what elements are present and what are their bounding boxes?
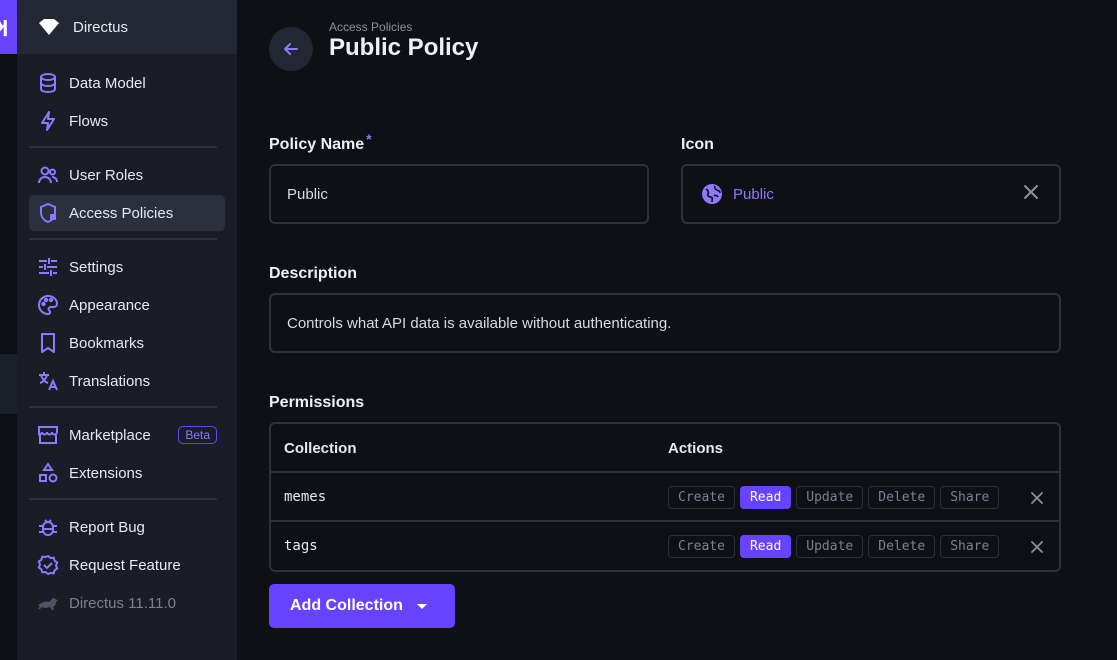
sidebar-item-label: Access Policies [69, 204, 174, 222]
sidebar-item-label: Bookmarks [69, 334, 145, 352]
sidebar-item-data-model[interactable]: Data Model [29, 65, 225, 101]
permission-read-toggle[interactable]: Read [739, 535, 792, 558]
main-content: Access Policies Public Policy Policy Nam… [237, 0, 1117, 660]
users-icon [38, 166, 58, 184]
navigation-sidebar: Directus Data Model Flows User Roles Acc… [17, 0, 237, 660]
table-row: tags Create Read Update Delete Share [271, 522, 1059, 571]
close-icon[interactable] [1021, 182, 1041, 202]
permission-update-toggle[interactable]: Update [796, 535, 864, 558]
policy-name-value: Public [287, 185, 328, 203]
page-title: Public Policy [329, 34, 479, 61]
table-header: Collection Actions [271, 424, 1059, 473]
module-bar: ʞ [0, 0, 17, 660]
description-input[interactable]: Controls what API data is available with… [269, 293, 1061, 353]
shield-lock-icon [40, 202, 56, 224]
permission-create-toggle[interactable]: Create [668, 486, 735, 509]
permission-share-toggle[interactable]: Share [940, 486, 1000, 509]
bookmark-icon [41, 333, 55, 353]
sidebar-item-label: Report Bug [69, 518, 145, 536]
policy-name-label-text: Policy Name [269, 136, 365, 153]
sidebar-item-label: Data Model [69, 74, 146, 92]
chevron-down-icon [416, 603, 427, 609]
sidebar-item-label: Extensions [69, 464, 143, 482]
divider [29, 146, 217, 148]
sidebar-item-label: Appearance [69, 296, 150, 314]
sidebar-item-request-feature[interactable]: Request Feature [29, 547, 225, 583]
sidebar-item-label: Directus 11.11.0 [69, 594, 176, 612]
shapes-icon [39, 462, 58, 483]
sidebar-item-extensions[interactable]: Extensions [29, 455, 225, 491]
permission-actions: Create Read Update Delete Share [668, 535, 1000, 558]
sidebar-item-label: Marketplace [69, 426, 151, 444]
table-row: memes Create Read Update Delete Share [271, 473, 1059, 522]
beta-badge: Beta [178, 426, 217, 444]
policy-name-label: Policy Name * [269, 131, 372, 154]
permission-delete-toggle[interactable]: Delete [868, 535, 936, 558]
divider [29, 238, 217, 240]
permission-read-toggle[interactable]: Read [739, 486, 792, 509]
project-name: Directus [73, 18, 129, 36]
icon-label: Icon [681, 136, 714, 153]
permission-actions: Create Read Update Delete Share [668, 486, 1000, 509]
sidebar-item-bookmarks[interactable]: Bookmarks [29, 325, 225, 361]
translate-icon [39, 372, 58, 391]
palette-icon [38, 294, 59, 316]
sidebar-item-flows[interactable]: Flows [29, 103, 225, 139]
database-icon [40, 73, 56, 94]
sidebar-item-report-bug[interactable]: Report Bug [29, 509, 225, 545]
sidebar-item-marketplace[interactable]: Marketplace Beta [29, 417, 225, 453]
storefront-icon [38, 426, 58, 444]
sidebar-item-label: Settings [69, 258, 124, 276]
collection-name: memes [284, 489, 327, 505]
remove-row-icon[interactable] [1029, 539, 1045, 555]
permission-share-toggle[interactable]: Share [940, 535, 1000, 558]
divider [29, 498, 217, 500]
permissions-label: Permissions [269, 394, 365, 411]
column-header-actions: Actions [668, 440, 724, 457]
sidebar-item-version[interactable]: Directus 11.11.0 [29, 585, 225, 621]
column-header-collection: Collection [284, 440, 357, 457]
permissions-table: Collection Actions memes Create Read Update… [269, 422, 1061, 572]
description-label: Description [269, 265, 358, 282]
bug-icon [39, 519, 57, 536]
sidebar-item-user-roles[interactable]: User Roles [29, 157, 225, 193]
globe-icon [702, 184, 722, 204]
icon-select[interactable]: Public [681, 164, 1061, 224]
project-header[interactable]: Directus [17, 0, 237, 54]
permission-create-toggle[interactable]: Create [668, 535, 735, 558]
sidebar-item-label: Flows [69, 112, 109, 130]
back-button[interactable] [269, 27, 313, 71]
permission-delete-toggle[interactable]: Delete [868, 486, 936, 509]
arrow-left-icon [284, 43, 298, 55]
breadcrumb[interactable]: Access Policies [329, 20, 412, 34]
module-bar-highlight [0, 354, 17, 414]
sidebar-item-access-policies[interactable]: Access Policies [29, 195, 225, 231]
verified-icon [37, 554, 59, 576]
sliders-icon [39, 258, 57, 276]
divider [29, 406, 217, 408]
sidebar-item-label: Request Feature [69, 556, 181, 574]
add-collection-label: Add Collection [290, 597, 403, 614]
policy-name-input[interactable]: Public [269, 164, 649, 224]
icon-value: Public [733, 185, 774, 203]
permission-update-toggle[interactable]: Update [796, 486, 864, 509]
sidebar-item-settings[interactable]: Settings [29, 249, 225, 285]
collection-name: tags [284, 538, 318, 554]
sidebar-item-appearance[interactable]: Appearance [29, 287, 225, 323]
required-indicator: * [366, 131, 372, 147]
module-icon: ʞ [0, 12, 9, 37]
sidebar-item-translations[interactable]: Translations [29, 363, 225, 399]
module-settings-active[interactable]: ʞ [0, 0, 17, 54]
add-collection-button[interactable]: Add Collection [269, 584, 455, 628]
rabbit-icon [38, 598, 58, 610]
bolt-icon [41, 111, 55, 131]
remove-row-icon[interactable] [1029, 490, 1045, 506]
sidebar-item-label: User Roles [69, 166, 144, 184]
description-value: Controls what API data is available with… [287, 314, 672, 332]
directus-logo-icon [39, 19, 59, 35]
sidebar-item-label: Translations [69, 372, 151, 390]
